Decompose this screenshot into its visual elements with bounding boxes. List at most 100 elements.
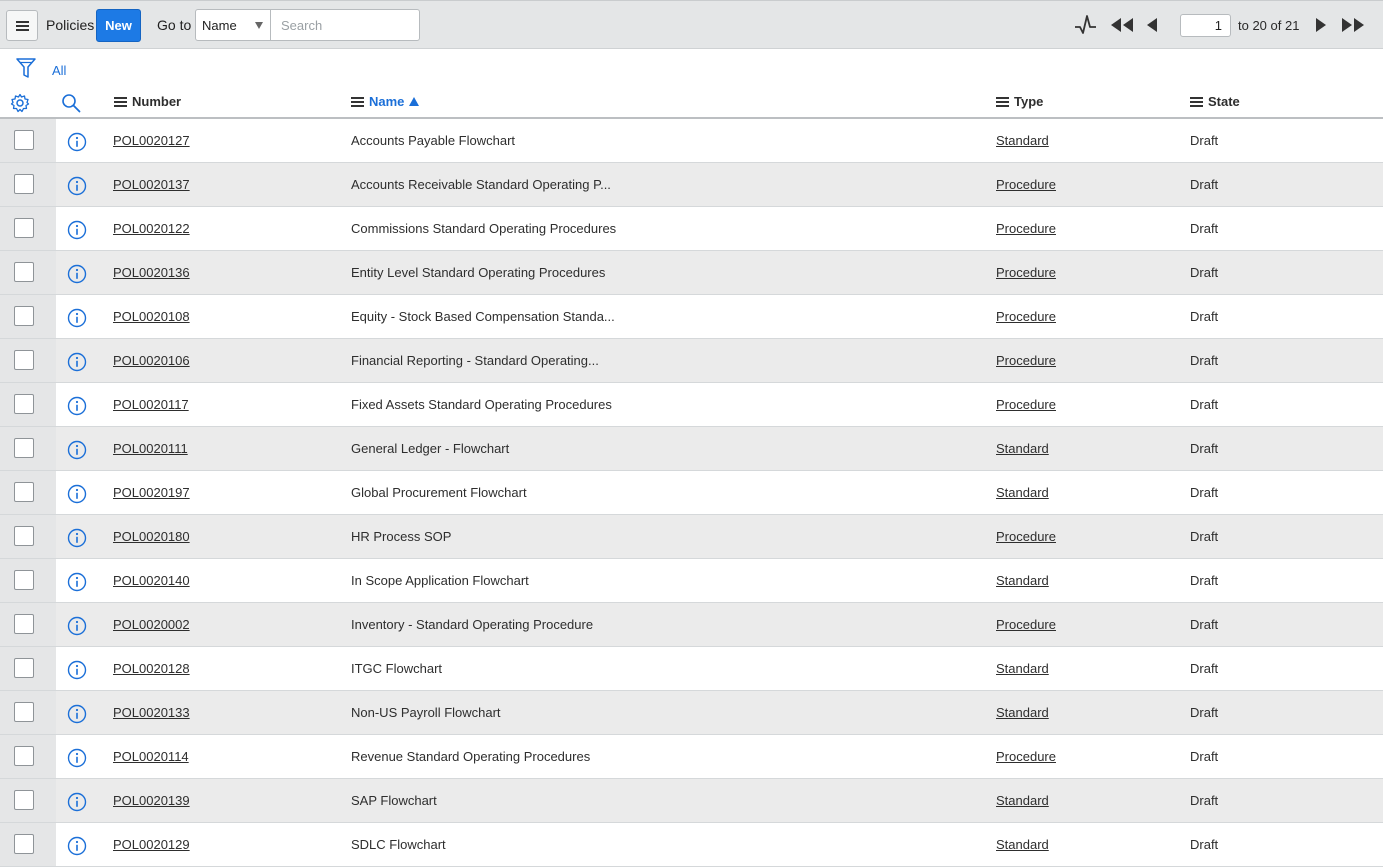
- policy-type-link[interactable]: Standard: [996, 441, 1049, 456]
- row-select-cell: [0, 295, 56, 338]
- activity-stream-icon[interactable]: [1074, 13, 1098, 37]
- page-number-input[interactable]: [1180, 14, 1231, 37]
- next-page-icon[interactable]: [1314, 13, 1328, 37]
- policy-name: Equity - Stock Based Compensation Standa…: [351, 309, 615, 324]
- policy-type-link[interactable]: Standard: [996, 661, 1049, 676]
- policy-number-link[interactable]: POL0020129: [113, 837, 190, 852]
- info-icon[interactable]: [67, 484, 87, 504]
- policy-type-link[interactable]: Procedure: [996, 529, 1056, 544]
- policy-type-link[interactable]: Procedure: [996, 353, 1056, 368]
- policy-type-link[interactable]: Standard: [996, 793, 1049, 808]
- row-checkbox[interactable]: [14, 306, 34, 326]
- filter-icon[interactable]: [15, 57, 37, 79]
- info-icon[interactable]: [67, 264, 87, 284]
- row-checkbox[interactable]: [14, 746, 34, 766]
- info-icon[interactable]: [67, 528, 87, 548]
- policy-number-link[interactable]: POL0020122: [113, 221, 190, 236]
- policy-name: Accounts Payable Flowchart: [351, 133, 516, 148]
- column-header-state[interactable]: State: [1190, 94, 1240, 109]
- info-icon[interactable]: [67, 660, 87, 680]
- row-checkbox[interactable]: [14, 614, 34, 634]
- info-icon[interactable]: [67, 352, 87, 372]
- policy-number-link[interactable]: POL0020140: [113, 573, 190, 588]
- search-input[interactable]: [270, 9, 420, 41]
- row-checkbox[interactable]: [14, 834, 34, 854]
- info-icon[interactable]: [67, 616, 87, 636]
- info-icon[interactable]: [67, 440, 87, 460]
- policy-number-link[interactable]: POL0020180: [113, 529, 190, 544]
- policy-type-link[interactable]: Procedure: [996, 749, 1056, 764]
- goto-field-value: Name: [202, 18, 237, 33]
- filter-breadcrumb-all[interactable]: All: [52, 63, 66, 78]
- policy-number-link[interactable]: POL0020127: [113, 133, 190, 148]
- policy-number-link[interactable]: POL0020108: [113, 309, 190, 324]
- info-icon[interactable]: [67, 132, 87, 152]
- row-checkbox[interactable]: [14, 262, 34, 282]
- new-button[interactable]: New: [96, 9, 141, 42]
- column-header-name[interactable]: Name: [351, 94, 420, 109]
- info-icon[interactable]: [67, 308, 87, 328]
- column-menu-icon[interactable]: [996, 96, 1009, 107]
- policy-type-link[interactable]: Standard: [996, 485, 1049, 500]
- policy-number-link[interactable]: POL0020117: [113, 397, 189, 412]
- gear-icon[interactable]: [10, 93, 30, 113]
- row-checkbox[interactable]: [14, 702, 34, 722]
- row-select-cell: [0, 559, 56, 602]
- policy-type-link[interactable]: Procedure: [996, 309, 1056, 324]
- row-checkbox[interactable]: [14, 482, 34, 502]
- row-checkbox[interactable]: [14, 790, 34, 810]
- policy-number-link[interactable]: POL0020106: [113, 353, 190, 368]
- policy-number-link[interactable]: POL0020137: [113, 177, 190, 192]
- column-header-type[interactable]: Type: [996, 94, 1043, 109]
- policy-type-link[interactable]: Procedure: [996, 397, 1056, 412]
- hamburger-icon[interactable]: [6, 10, 38, 41]
- info-icon[interactable]: [67, 792, 87, 812]
- policy-type-link[interactable]: Standard: [996, 573, 1049, 588]
- info-icon[interactable]: [67, 176, 87, 196]
- row-checkbox[interactable]: [14, 394, 34, 414]
- policy-type-link[interactable]: Procedure: [996, 177, 1056, 192]
- policy-number-link[interactable]: POL0020114: [113, 749, 189, 764]
- policy-type-link[interactable]: Standard: [996, 705, 1049, 720]
- policy-number-link[interactable]: POL0020133: [113, 705, 190, 720]
- row-checkbox[interactable]: [14, 438, 34, 458]
- row-checkbox[interactable]: [14, 218, 34, 238]
- column-menu-icon[interactable]: [1190, 96, 1203, 107]
- list-title[interactable]: Policies: [46, 17, 94, 33]
- info-icon[interactable]: [67, 220, 87, 240]
- policy-name: Global Procurement Flowchart: [351, 485, 527, 500]
- policy-type-link[interactable]: Standard: [996, 837, 1049, 852]
- row-checkbox[interactable]: [14, 570, 34, 590]
- table-row: POL0020140 In Scope Application Flowchart…: [0, 559, 1383, 603]
- info-icon[interactable]: [67, 572, 87, 592]
- policy-number-link[interactable]: POL0020111: [113, 441, 188, 456]
- previous-page-icon[interactable]: [1145, 13, 1159, 37]
- policy-type-link[interactable]: Procedure: [996, 617, 1056, 632]
- info-icon[interactable]: [67, 836, 87, 856]
- row-checkbox[interactable]: [14, 658, 34, 678]
- policy-number-link[interactable]: POL0020197: [113, 485, 190, 500]
- info-icon[interactable]: [67, 748, 87, 768]
- row-checkbox[interactable]: [14, 350, 34, 370]
- column-header-number[interactable]: Number: [114, 94, 181, 109]
- policy-number-link[interactable]: POL0020139: [113, 793, 190, 808]
- row-checkbox[interactable]: [14, 526, 34, 546]
- column-menu-icon[interactable]: [114, 96, 127, 107]
- search-icon[interactable]: [61, 93, 81, 113]
- policy-type-link[interactable]: Procedure: [996, 265, 1056, 280]
- goto-field-select[interactable]: Name: [195, 9, 271, 41]
- row-checkbox[interactable]: [14, 174, 34, 194]
- policy-number-link[interactable]: POL0020136: [113, 265, 190, 280]
- info-icon[interactable]: [67, 396, 87, 416]
- policy-name: Non-US Payroll Flowchart: [351, 705, 501, 720]
- column-menu-icon[interactable]: [351, 96, 364, 107]
- policy-number-link[interactable]: POL0020128: [113, 661, 190, 676]
- policy-number-link[interactable]: POL0020002: [113, 617, 190, 632]
- first-page-icon[interactable]: [1109, 13, 1135, 37]
- policy-type-link[interactable]: Standard: [996, 133, 1049, 148]
- table-row: POL0020002 Inventory - Standard Operating…: [0, 603, 1383, 647]
- policy-type-link[interactable]: Procedure: [996, 221, 1056, 236]
- info-icon[interactable]: [67, 704, 87, 724]
- last-page-icon[interactable]: [1340, 13, 1366, 37]
- row-checkbox[interactable]: [14, 130, 34, 150]
